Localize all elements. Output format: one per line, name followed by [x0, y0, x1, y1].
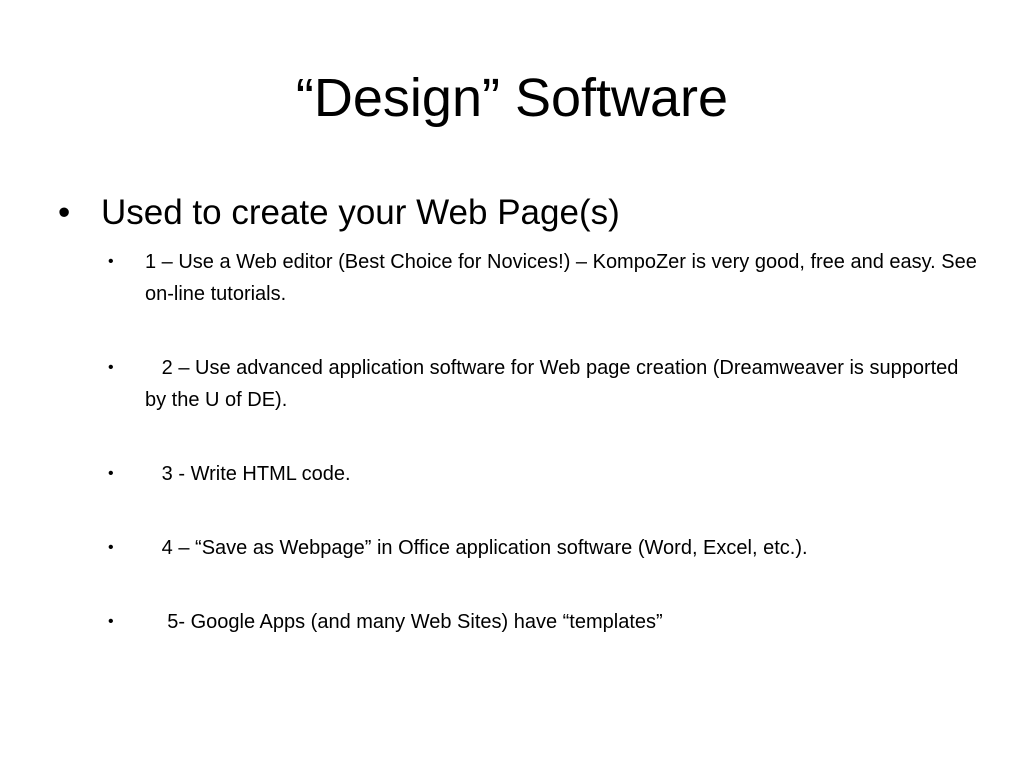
sub-bullet-text: 1 – Use a Web editor (Best Choice for No… [145, 251, 983, 305]
bullet-marker: • [108, 465, 114, 482]
sub-bullet-list: • 1 – Use a Web editor (Best Choice for … [108, 246, 978, 638]
bullet-marker: • [108, 539, 114, 556]
sub-bullet-item: • 1 – Use a Web editor (Best Choice for … [108, 246, 978, 310]
sub-bullet-text: 2 – Use advanced application software fo… [145, 357, 964, 411]
bullet-marker: • [108, 613, 114, 630]
sub-bullet-item: • 5- Google Apps (and many Web Sites) ha… [108, 606, 978, 638]
presentation-slide: “Design” Software • Used to create your … [0, 0, 1024, 768]
main-bullet-text: Used to create your Web Page(s) [101, 193, 620, 232]
sub-bullet-text: 3 - Write HTML code. [145, 463, 351, 485]
slide-title: “Design” Software [295, 68, 729, 128]
sub-bullet-item: • 2 – Use advanced application software … [108, 352, 978, 416]
bullet-marker: • [108, 253, 114, 270]
sub-bullet-item: • 4 – “Save as Webpage” in Office applic… [108, 532, 978, 564]
sub-bullet-text: 4 – “Save as Webpage” in Office applicat… [145, 537, 808, 559]
bullet-marker: • [58, 193, 71, 232]
sub-bullet-text: 5- Google Apps (and many Web Sites) have… [145, 611, 663, 633]
bullet-marker: • [108, 359, 114, 376]
sub-bullet-item: • 3 - Write HTML code. [108, 458, 978, 490]
